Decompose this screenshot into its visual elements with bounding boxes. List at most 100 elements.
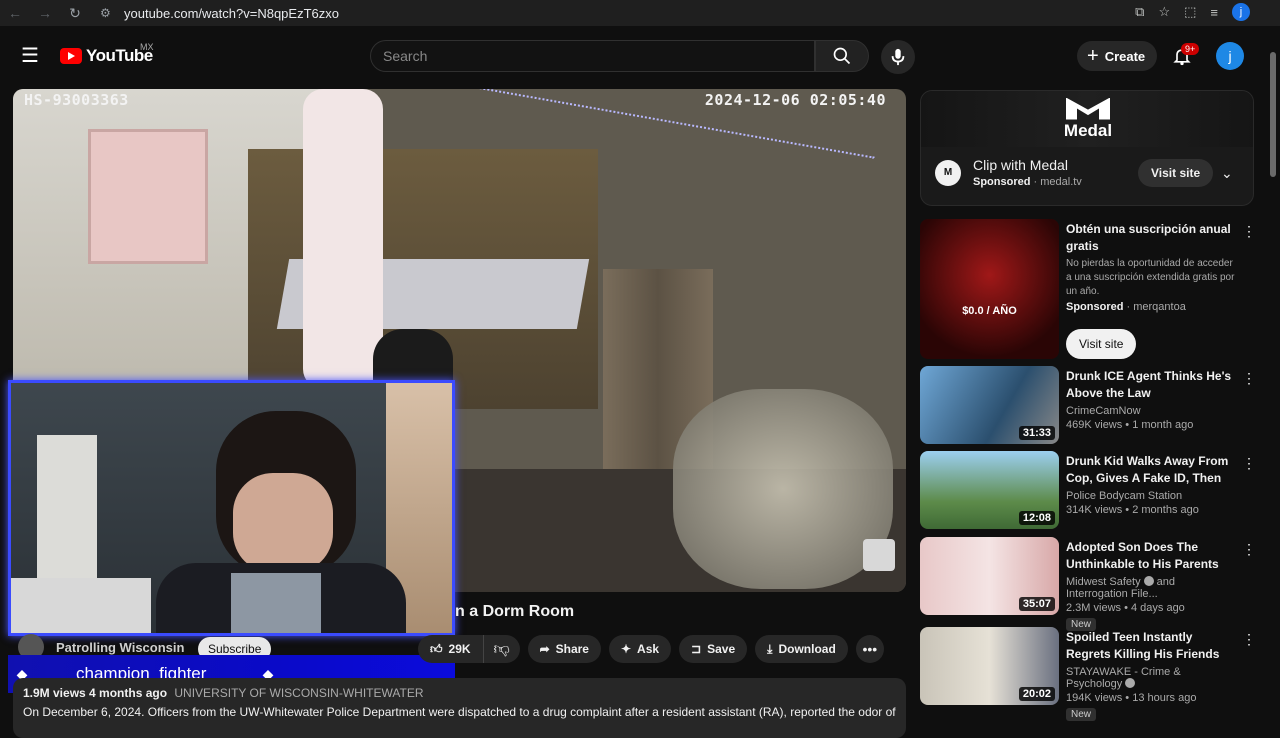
rec-sponsored-label: Sponsored bbox=[1066, 301, 1124, 313]
kebab-menu-icon[interactable]: ⋮ bbox=[1242, 223, 1256, 240]
sidebar-ad-card[interactable]: Medal M Clip with Medal Sponsored · meda… bbox=[920, 90, 1254, 206]
rec-title: Obtén una suscripción anual gratis bbox=[1066, 222, 1231, 253]
verified-check-icon bbox=[1125, 678, 1136, 688]
rec-visit-site-button[interactable]: Visit site bbox=[1066, 329, 1137, 359]
rec-channel[interactable]: CrimeCamNow bbox=[1066, 405, 1236, 417]
new-badge: New bbox=[1066, 708, 1097, 721]
medal-advertiser-icon: M bbox=[935, 159, 961, 186]
camera-id: HS-93003363 bbox=[24, 91, 129, 109]
forward-icon[interactable]: → bbox=[30, 0, 60, 26]
like-button[interactable]: 👍︎ 29K bbox=[418, 635, 484, 663]
yt-header: ☰ YouTube MX Search + Create 9+ j bbox=[0, 26, 1280, 86]
kebab-menu-icon[interactable]: ⋮ bbox=[1242, 455, 1256, 472]
address-bar[interactable]: ⚙ youtube.com/watch?v=N8qpEzT6zxo bbox=[100, 2, 1100, 24]
create-button[interactable]: + Create bbox=[1077, 41, 1158, 71]
account-avatar[interactable]: j bbox=[1216, 42, 1244, 70]
dislike-button[interactable]: 👎︎ bbox=[484, 635, 520, 663]
search-placeholder: Search bbox=[383, 48, 428, 64]
share-arrow-icon: ➦ bbox=[539, 642, 550, 656]
install-app-icon[interactable]: ⧉ bbox=[1135, 4, 1144, 20]
sparkle-icon: ✦ bbox=[620, 642, 632, 656]
rec-channel[interactable]: STAYAWAKE - Crime & Psychology bbox=[1066, 666, 1181, 690]
page-scrollbar[interactable] bbox=[1268, 40, 1278, 720]
extensions-icon[interactable]: ⬚ bbox=[1184, 4, 1196, 20]
more-actions-button[interactable]: ••• bbox=[855, 635, 884, 663]
rec-meta: 469K views • 1 month ago bbox=[1066, 419, 1194, 431]
download-icon: ⤓ bbox=[767, 641, 773, 656]
rec-title: Drunk Kid Walks Away From Cop, Gives A F… bbox=[1066, 454, 1229, 485]
views-and-age: 1.9M views 4 months ago bbox=[23, 686, 168, 700]
rec-meta: 314K views • 2 months ago bbox=[1066, 504, 1199, 516]
rec-advertiser: merqantoa bbox=[1133, 301, 1186, 313]
reload-icon[interactable]: ↻ bbox=[60, 0, 90, 26]
kebab-menu-icon[interactable]: ⋮ bbox=[1242, 541, 1256, 558]
visit-site-button[interactable]: Visit site bbox=[1138, 159, 1214, 187]
kebab-menu-icon[interactable]: ⋮ bbox=[1242, 370, 1256, 387]
youtube-logo[interactable]: YouTube MX bbox=[60, 42, 154, 66]
ask-button[interactable]: ✦ Ask bbox=[608, 635, 672, 663]
rec-title: Spoiled Teen Instantly Regrets Killing H… bbox=[1066, 630, 1220, 661]
like-dislike-group: 👍︎ 29K 👎︎ bbox=[418, 635, 520, 663]
video-duration: 12:08 bbox=[1018, 511, 1055, 525]
url-text: youtube.com/watch?v=N8qpEzT6zxo bbox=[124, 5, 339, 21]
search-button[interactable] bbox=[815, 40, 869, 72]
verified-check-icon bbox=[1143, 576, 1154, 586]
chevron-down-icon[interactable]: ⌄ bbox=[1221, 165, 1233, 182]
ad-domain: medal.tv bbox=[1040, 176, 1082, 188]
download-label: Download bbox=[778, 642, 836, 656]
search-input[interactable]: Search bbox=[370, 40, 815, 72]
camera-timestamp: 2024-12-06 02:05:40 bbox=[704, 91, 886, 109]
recommended-ad[interactable]: $0.0 / AÑO Obtén una suscripción anual g… bbox=[920, 219, 1260, 359]
search-icon bbox=[833, 47, 851, 65]
description-box[interactable]: 1.9M views 4 months ago UNIVERSITY OF WI… bbox=[13, 678, 906, 738]
kebab-menu-icon[interactable]: ⋮ bbox=[1242, 631, 1256, 648]
channel-name[interactable]: Patrolling Wisconsin bbox=[56, 640, 184, 655]
ad-banner[interactable]: Medal bbox=[921, 91, 1253, 147]
hamburger-menu-icon[interactable]: ☰ bbox=[18, 44, 42, 68]
scrollbar-thumb[interactable] bbox=[1270, 52, 1276, 177]
ask-label: Ask bbox=[637, 642, 660, 656]
video-thumbnail[interactable]: 20:02 bbox=[920, 627, 1059, 705]
video-thumbnail[interactable]: 12:08 bbox=[920, 451, 1059, 529]
share-button[interactable]: ➦ Share bbox=[527, 635, 601, 663]
streamer-webcam-overlay bbox=[8, 380, 455, 636]
like-count: 29K bbox=[448, 642, 471, 656]
ad-thumbnail[interactable]: $0.0 / AÑO bbox=[920, 219, 1059, 359]
video-duration: 20:02 bbox=[1018, 687, 1055, 701]
microphone-icon bbox=[891, 48, 905, 66]
video-thumbnail[interactable]: 35:07 bbox=[920, 537, 1059, 615]
rec-title: Adopted Son Does The Unthinkable to His … bbox=[1066, 540, 1219, 571]
medal-brand: Medal bbox=[1063, 120, 1113, 140]
reading-list-icon[interactable]: ≡ bbox=[1210, 5, 1218, 20]
site-info-icon[interactable]: ⚙ bbox=[100, 6, 124, 20]
save-button[interactable]: ⊐ Save bbox=[679, 635, 748, 663]
video-thumbnail[interactable]: 31:33 bbox=[920, 366, 1059, 444]
ad-sponsored-label: Sponsored bbox=[973, 176, 1031, 188]
webcam-door bbox=[37, 435, 97, 585]
location-tag[interactable]: UNIVERSITY OF WISCONSIN-WHITEWATER bbox=[174, 686, 423, 700]
hanging-robe bbox=[303, 89, 383, 389]
bookmark-star-icon[interactable]: ☆ bbox=[1158, 4, 1170, 20]
recommended-video[interactable]: 31:33 Drunk ICE Agent Thinks He's Above … bbox=[920, 366, 1260, 446]
rec-channel[interactable]: Police Bodycam Station bbox=[1066, 490, 1236, 502]
browser-profile-avatar[interactable]: j bbox=[1232, 3, 1250, 21]
description-text: On December 6, 2024. Officers from the U… bbox=[23, 705, 896, 719]
back-icon[interactable]: ← bbox=[0, 0, 30, 26]
recommended-video[interactable]: 20:02 Spoiled Teen Instantly Regrets Kil… bbox=[920, 627, 1260, 721]
ad-thumb-price: $0.0 / AÑO bbox=[962, 305, 1017, 317]
voice-search-button[interactable] bbox=[881, 40, 915, 74]
recommended-video[interactable]: 35:07 Adopted Son Does The Unthinkable t… bbox=[920, 537, 1260, 631]
notification-badge: 9+ bbox=[1181, 43, 1200, 55]
rec-title: Drunk ICE Agent Thinks He's Above the La… bbox=[1066, 369, 1232, 400]
youtube-play-icon bbox=[60, 48, 82, 64]
medal-m-icon bbox=[1066, 97, 1110, 120]
more-horizontal-icon: ••• bbox=[862, 641, 878, 657]
wall-poster bbox=[88, 129, 208, 264]
download-button[interactable]: ⤓ Download bbox=[755, 635, 848, 663]
country-code: MX bbox=[140, 42, 154, 52]
streamer-face bbox=[233, 473, 333, 573]
share-label: Share bbox=[555, 642, 589, 656]
browser-toolbar: ← → ↻ ⚙ youtube.com/watch?v=N8qpEzT6zxo … bbox=[0, 0, 1280, 26]
rec-channel[interactable]: Midwest Safety bbox=[1066, 576, 1141, 588]
recommended-video[interactable]: 12:08 Drunk Kid Walks Away From Cop, Giv… bbox=[920, 451, 1260, 531]
